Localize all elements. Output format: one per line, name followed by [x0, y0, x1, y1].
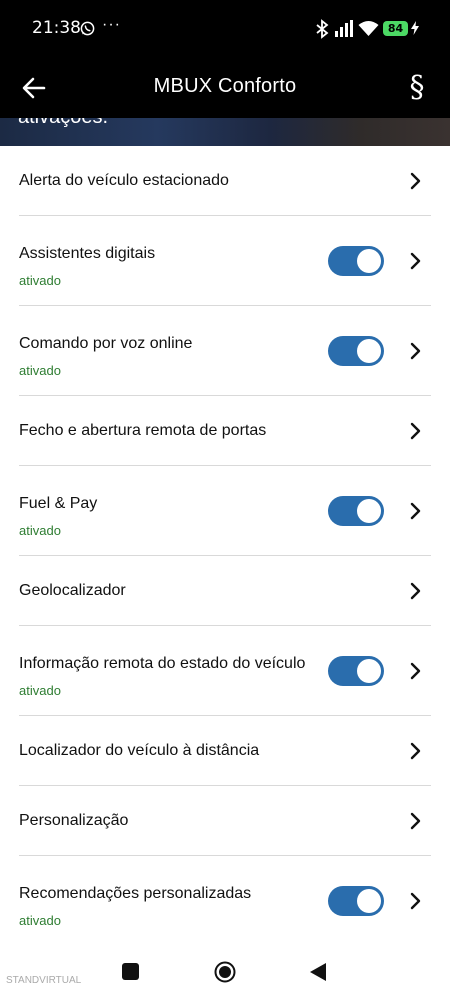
toggle-knob — [357, 659, 381, 683]
recents-icon[interactable] — [122, 963, 139, 980]
wifi-icon — [358, 21, 379, 36]
chevron-right-icon[interactable] — [408, 662, 422, 680]
toggle-switch[interactable] — [328, 336, 384, 366]
status-bar: 21:38 ··· 84 — [0, 0, 450, 58]
list-item[interactable]: Fecho e abertura remota de portas — [0, 396, 450, 466]
list-item-label: Alerta do veículo estacionado — [19, 172, 229, 189]
list-item[interactable]: Localizador do veículo à distância — [0, 716, 450, 786]
page-title: MBUX Conforto — [153, 75, 297, 97]
list-item-label: Geolocalizador — [19, 582, 126, 599]
system-nav-bar — [0, 945, 450, 1000]
chevron-right-icon[interactable] — [408, 892, 422, 910]
toggle-switch[interactable] — [328, 656, 384, 686]
app-bar: MBUX Conforto § — [0, 58, 450, 118]
back-triangle-icon[interactable] — [309, 962, 327, 982]
list-item[interactable]: Fuel & Pay ativado — [0, 466, 450, 556]
brand-logo-icon[interactable]: § — [404, 69, 430, 107]
status-text: ativado — [19, 683, 61, 698]
hero-text: ativações. — [18, 118, 108, 129]
status-text: ativado — [19, 913, 61, 928]
chevron-right-icon[interactable] — [408, 252, 422, 270]
list-item-label: Fuel & Pay — [19, 495, 98, 512]
list-item[interactable]: Personalização — [0, 786, 450, 856]
chevron-right-icon[interactable] — [408, 502, 422, 520]
list-item[interactable]: Assistentes digitais ativado — [0, 216, 450, 306]
toggle-switch[interactable] — [328, 886, 384, 916]
toggle-knob — [357, 339, 381, 363]
list-item[interactable]: Geolocalizador — [0, 556, 450, 626]
chevron-right-icon[interactable] — [408, 812, 422, 830]
list-item[interactable]: Recomendações personalizadas ativado — [0, 856, 450, 946]
list-item-label: Informação remota do estado do veículo — [19, 655, 306, 672]
list-item-label: Personalização — [19, 812, 129, 829]
chevron-right-icon[interactable] — [408, 172, 422, 190]
list-item-label: Fecho e abertura remota de portas — [19, 422, 267, 439]
status-time: 21:38 — [32, 18, 81, 38]
battery-icon: 84 — [383, 21, 408, 36]
chevron-right-icon[interactable] — [408, 582, 422, 600]
home-icon[interactable] — [214, 961, 236, 983]
charging-icon — [411, 21, 419, 35]
list-item[interactable]: Alerta do veículo estacionado — [0, 146, 450, 216]
list-item-label: Recomendações personalizadas — [19, 885, 252, 902]
chevron-right-icon[interactable] — [408, 742, 422, 760]
toggle-switch[interactable] — [328, 246, 384, 276]
toggle-switch[interactable] — [328, 496, 384, 526]
signal-icon — [335, 20, 353, 37]
toggle-knob — [357, 499, 381, 523]
toggle-knob — [357, 249, 381, 273]
status-text: ativado — [19, 363, 61, 378]
status-text: ativado — [19, 523, 61, 538]
list-item[interactable]: Comando por voz online ativado — [0, 306, 450, 396]
list-item-label: Localizador do veículo à distância — [19, 742, 260, 759]
hero-banner: ativações. — [0, 118, 450, 146]
notification-more-icon: ··· — [102, 16, 121, 33]
whatsapp-icon — [80, 21, 95, 36]
list-item-label: Assistentes digitais — [19, 245, 156, 262]
bluetooth-icon — [316, 19, 329, 39]
toggle-knob — [357, 889, 381, 913]
list-item-label: Comando por voz online — [19, 335, 193, 352]
watermark: STANDVIRTUAL — [6, 975, 82, 986]
status-text: ativado — [19, 273, 61, 288]
chevron-right-icon[interactable] — [408, 342, 422, 360]
chevron-right-icon[interactable] — [408, 422, 422, 440]
list-item[interactable]: Informação remota do estado do veículo at… — [0, 626, 450, 716]
